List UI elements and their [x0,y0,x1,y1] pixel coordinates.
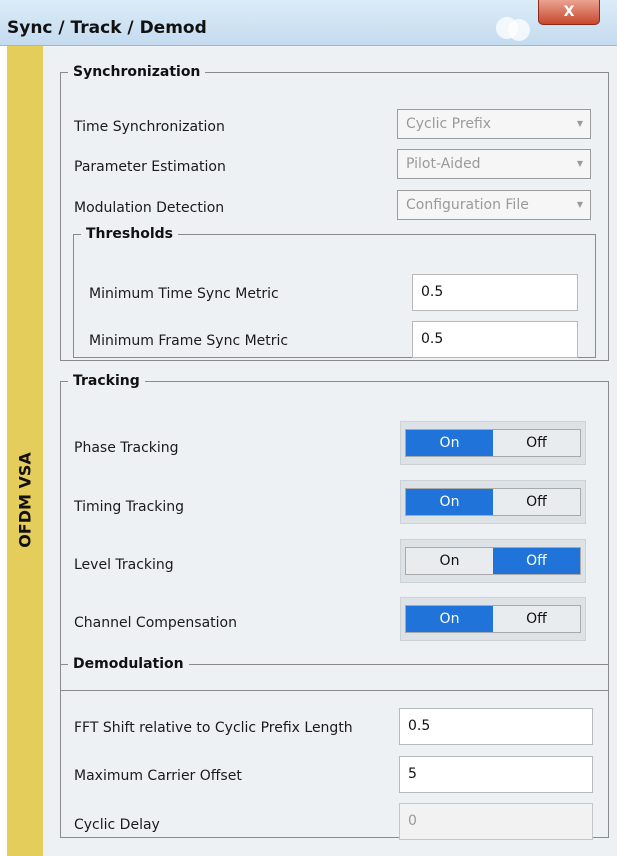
channel-compensation-label: Channel Compensation [74,615,237,631]
param-est-value: Pilot-Aided [406,156,481,172]
title-bar: Sync / Track / Demod X [0,0,617,46]
on-option[interactable]: On [406,430,493,456]
synchronization-legend: Synchronization [73,64,201,80]
thresholds-group: Thresholds Minimum Time Sync Metric 0.5 … [73,226,596,358]
chevron-down-icon: ▼ [576,200,583,209]
level-tracking-label: Level Tracking [74,557,174,573]
max-carrier-offset-input[interactable]: 5 [399,756,593,793]
mod-detect-value: Configuration File [406,197,529,213]
fft-shift-label: FFT Shift relative to Cyclic Prefix Leng… [74,720,353,736]
timing-tracking-toggle[interactable]: On Off [400,480,586,524]
min-frame-sync-input[interactable]: 0.5 [412,321,578,358]
time-sync-label: Time Synchronization [74,119,225,135]
min-time-sync-input[interactable]: 0.5 [412,274,578,311]
on-option[interactable]: On [406,548,493,574]
phase-tracking-label: Phase Tracking [74,440,179,456]
timing-tracking-label: Timing Tracking [74,499,185,515]
on-option[interactable]: On [406,606,493,632]
thresholds-legend: Thresholds [86,226,173,242]
on-option[interactable]: On [406,489,493,515]
chevron-down-icon: ▼ [576,119,583,128]
off-option[interactable]: Off [493,430,580,456]
max-carrier-offset-label: Maximum Carrier Offset [74,768,242,784]
time-sync-dropdown[interactable]: Cyclic Prefix ▼ [397,109,591,139]
min-frame-sync-label: Minimum Frame Sync Metric [89,333,289,349]
toggle-track: On Off [405,547,581,575]
param-est-label: Parameter Estimation [74,159,226,175]
demodulation-group: Demodulation FFT Shift relative to Cycli… [60,656,609,840]
side-tab-label: OFDM VSA [15,452,35,548]
channel-compensation-toggle[interactable]: On Off [400,597,586,641]
mod-detect-label: Modulation Detection [74,200,225,216]
level-tracking-toggle[interactable]: On Off [400,539,586,583]
toggle-track: On Off [405,605,581,633]
side-tab-ofdm-vsa[interactable]: OFDM VSA [7,46,43,856]
window-title: Sync / Track / Demod [7,18,207,38]
off-option[interactable]: Off [493,606,580,632]
chevron-down-icon: ▼ [576,159,583,168]
fft-shift-input[interactable]: 0.5 [399,708,593,745]
dialog-content: Synchronization Time Synchronization Cyc… [43,46,617,856]
toggle-track: On Off [405,429,581,457]
off-option[interactable]: Off [493,548,580,574]
tracking-legend: Tracking [73,373,140,389]
param-est-dropdown[interactable]: Pilot-Aided ▼ [397,149,591,179]
circles-icon [494,13,534,43]
mod-detect-dropdown[interactable]: Configuration File ▼ [397,190,591,220]
time-sync-value: Cyclic Prefix [406,116,492,132]
min-time-sync-label: Minimum Time Sync Metric [89,286,279,302]
synchronization-group: Synchronization Time Synchronization Cyc… [60,64,609,361]
cyclic-delay-input[interactable]: 0 [399,803,593,840]
close-button[interactable]: X [538,0,600,25]
off-option[interactable]: Off [493,489,580,515]
cyclic-delay-label: Cyclic Delay [74,817,160,833]
phase-tracking-toggle[interactable]: On Off [400,421,586,465]
demodulation-legend: Demodulation [73,656,184,672]
toggle-track: On Off [405,488,581,516]
tracking-group: Tracking Phase Tracking On Off Timing Tr… [60,373,609,691]
